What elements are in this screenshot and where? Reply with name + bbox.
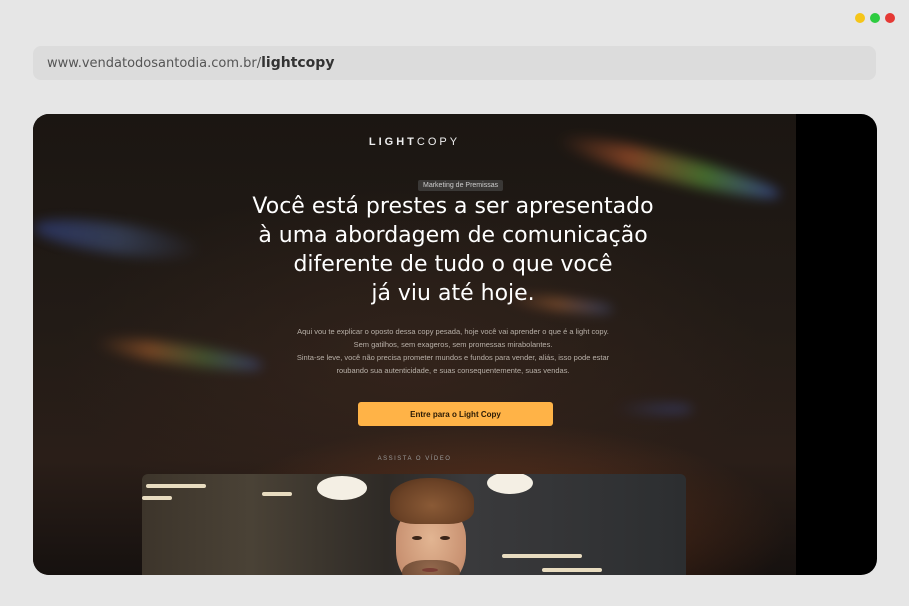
minimize-dot[interactable] xyxy=(855,13,865,23)
video-player[interactable] xyxy=(142,474,686,575)
ceiling-light xyxy=(146,484,206,488)
logo-copy-text: COPY xyxy=(416,136,461,148)
ceiling-lamp xyxy=(317,476,367,500)
address-domain: www.vendatodosantodia.com.br/ xyxy=(47,55,262,71)
hero-headline: Você está prestes a ser apresentado à um… xyxy=(173,192,733,308)
headline-line: diferente de tudo o que você xyxy=(293,252,613,277)
window-controls xyxy=(855,13,895,23)
address-bar[interactable]: www.vendatodosantodia.com.br/lightcopy xyxy=(33,46,876,80)
ceiling-light xyxy=(142,496,172,500)
maximize-dot[interactable] xyxy=(870,13,880,23)
cta-button[interactable]: Entre para o Light Copy xyxy=(358,402,553,426)
description-line: Aqui vou te explicar o oposto dessa copy… xyxy=(297,327,609,336)
ceiling-light xyxy=(542,568,602,572)
presenter-figure xyxy=(382,478,478,575)
watch-video-label: ASSISTA O VÍDEO xyxy=(377,456,452,462)
hero-description: Aqui vou te explicar o oposto dessa copy… xyxy=(203,325,703,377)
ceiling-light xyxy=(502,554,582,558)
description-line: Sinta-se leve, você não precisa prometer… xyxy=(296,353,610,362)
light-streak xyxy=(613,404,693,414)
browser-viewport: LIGHTCOPY Marketing de Premissas Você es… xyxy=(33,114,877,575)
description-line: Sem gatilhos, sem exageros, sem promessa… xyxy=(353,340,553,349)
logo-light-text: LIGHT xyxy=(368,136,417,148)
category-tag: Marketing de Premissas xyxy=(418,180,504,191)
close-dot[interactable] xyxy=(885,13,895,23)
ceiling-lamp xyxy=(487,474,533,494)
headline-line: já viu até hoje. xyxy=(371,281,535,306)
headline-line: à uma abordagem de comunicação xyxy=(258,223,648,248)
ceiling-light xyxy=(262,492,292,496)
site-logo[interactable]: LIGHTCOPY xyxy=(33,136,796,148)
address-path: lightcopy xyxy=(261,55,335,71)
headline-line: Você está prestes a ser apresentado xyxy=(252,194,654,219)
description-line: roubando sua autenticidade, e suas conse… xyxy=(336,366,570,375)
